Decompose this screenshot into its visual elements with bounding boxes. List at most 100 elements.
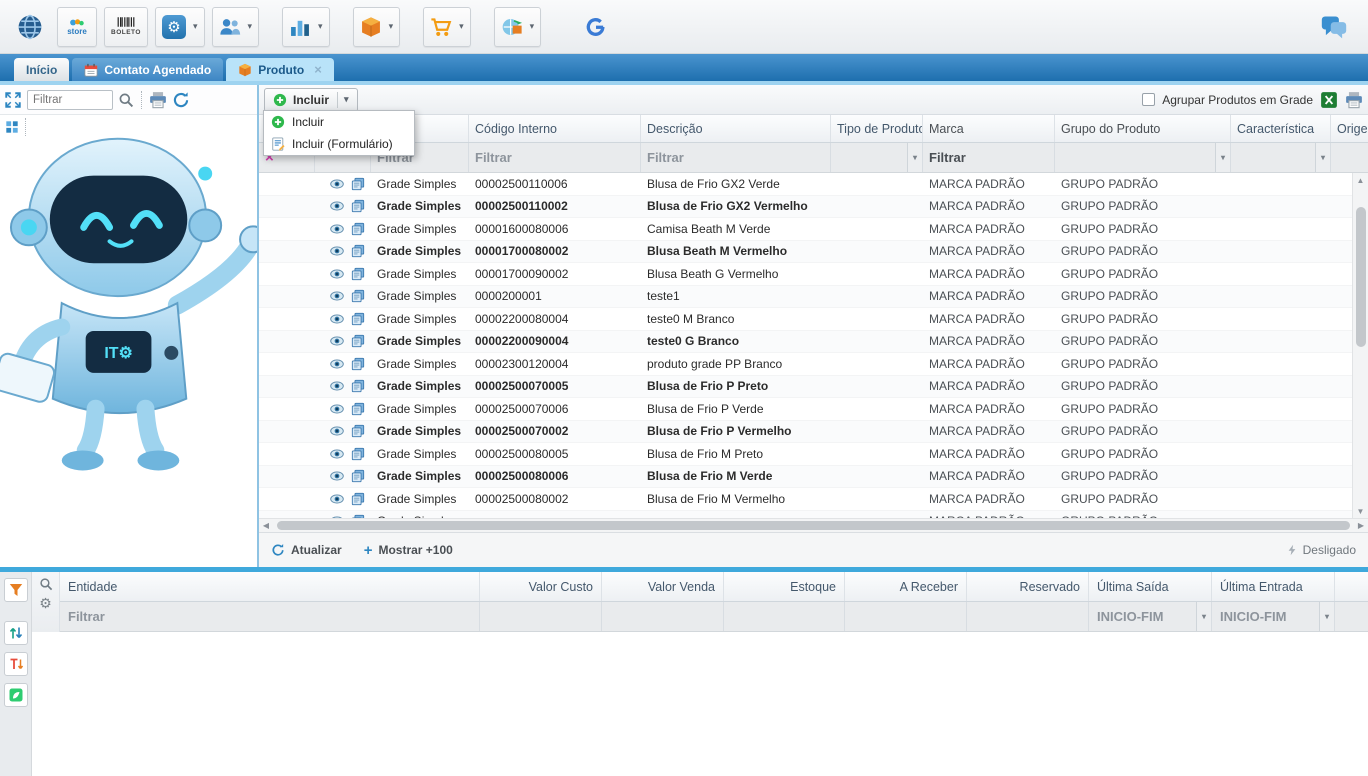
filter-descricao[interactable]: Filtrar [641, 143, 831, 172]
tab-inicio[interactable]: Início [14, 58, 69, 81]
scrollbar-thumb[interactable] [1356, 207, 1366, 347]
print-icon[interactable] [149, 91, 167, 109]
column-valor-custo[interactable]: Valor Custo [480, 572, 602, 601]
tab-produto[interactable]: Produto × [226, 58, 334, 81]
table-row[interactable]: Grade Simples00002200080004teste0 M Bran… [259, 308, 1368, 331]
view-product-icon[interactable] [330, 199, 344, 213]
duplicate-product-icon[interactable] [351, 289, 365, 303]
column-ultima-saida[interactable]: Última Saída [1089, 572, 1212, 601]
view-product-icon[interactable] [330, 289, 344, 303]
search-icon[interactable] [39, 577, 53, 591]
refresh-icon[interactable] [172, 91, 190, 109]
table-row[interactable]: Grade Simples00002500080005Blusa de Frio… [259, 443, 1368, 466]
filter-caracteristica[interactable]: ▾ [1231, 143, 1331, 172]
filter-reservado[interactable] [967, 602, 1089, 631]
duplicate-product-icon[interactable] [351, 424, 365, 438]
menu-item-incluir[interactable]: Incluir [264, 111, 414, 133]
duplicate-product-icon[interactable] [351, 379, 365, 393]
duplicate-product-icon[interactable] [351, 334, 365, 348]
filter-dropdown-caret[interactable]: ▾ [1319, 602, 1334, 631]
scroll-right-icon[interactable]: ▶ [1354, 519, 1368, 533]
duplicate-product-icon[interactable] [351, 447, 365, 461]
table-row[interactable]: Grade Simples00001600080006Camisa Beath … [259, 218, 1368, 241]
duplicate-product-icon[interactable] [351, 199, 365, 213]
filter-a-receber[interactable] [845, 602, 967, 631]
column-reservado[interactable]: Reservado [967, 572, 1089, 601]
view-product-icon[interactable] [330, 492, 344, 506]
grid-view-icon[interactable] [5, 120, 19, 134]
filter-entidade[interactable]: Filtrar [60, 602, 480, 631]
view-product-icon[interactable] [330, 222, 344, 236]
sort-alpha-button[interactable] [4, 652, 28, 676]
filter-codigo[interactable]: Filtrar [469, 143, 641, 172]
filter-dropdown-caret[interactable]: ▾ [1315, 143, 1330, 172]
view-product-icon[interactable] [330, 334, 344, 348]
duplicate-product-icon[interactable] [351, 357, 365, 371]
duplicate-product-icon[interactable] [351, 492, 365, 506]
filter-dropdown-caret[interactable]: ▾ [1215, 143, 1230, 172]
logistics-dropdown-button[interactable]: ▾ [494, 7, 542, 47]
incluir-button[interactable]: Incluir ▾ [264, 88, 358, 112]
scroll-down-icon[interactable]: ▼ [1357, 504, 1365, 518]
filter-valor-venda[interactable] [602, 602, 724, 631]
column-caracteristica[interactable]: Característica [1231, 115, 1331, 142]
column-marca[interactable]: Marca [923, 115, 1055, 142]
store-button[interactable]: store [57, 7, 97, 47]
search-icon[interactable] [118, 92, 134, 108]
table-row[interactable]: Grade Simples00002500080006Blusa de Frio… [259, 466, 1368, 489]
duplicate-product-icon[interactable] [351, 267, 365, 281]
filter-origem[interactable]: ▾ [1331, 143, 1368, 172]
view-product-icon[interactable] [330, 402, 344, 416]
agrupar-checkbox[interactable] [1142, 93, 1155, 106]
contacts-dropdown-button[interactable]: ▾ [212, 7, 260, 47]
column-valor-venda[interactable]: Valor Venda [602, 572, 724, 601]
sales-dropdown-button[interactable]: ▾ [423, 7, 471, 47]
table-row[interactable]: Grade Simples00002500070005Blusa de Frio… [259, 376, 1368, 399]
scroll-up-icon[interactable]: ▲ [1357, 173, 1365, 187]
filter-ultima-saida[interactable]: INICIO-FIM ▾ [1089, 602, 1212, 631]
column-a-receber[interactable]: A Receber [845, 572, 967, 601]
eco-button[interactable] [4, 683, 28, 707]
filter-dropdown-caret[interactable]: ▾ [1196, 602, 1211, 631]
view-product-icon[interactable] [330, 447, 344, 461]
view-product-icon[interactable] [330, 357, 344, 371]
table-row[interactable]: Grade Simples00002500080002Blusa de Frio… [259, 488, 1368, 511]
view-product-icon[interactable] [330, 469, 344, 483]
filter-estoque[interactable] [724, 602, 845, 631]
duplicate-product-icon[interactable] [351, 402, 365, 416]
vertical-scrollbar[interactable]: ▲ ▼ [1352, 173, 1368, 518]
column-grupo-produto[interactable]: Grupo do Produto [1055, 115, 1231, 142]
gear-icon[interactable]: ⚙ [39, 596, 52, 610]
app-logo-button[interactable] [10, 7, 50, 47]
boleto-button[interactable]: BOLETO [104, 7, 148, 47]
column-tipo-produto[interactable]: Tipo de Produto [831, 115, 923, 142]
view-product-icon[interactable] [330, 244, 344, 258]
duplicate-product-icon[interactable] [351, 469, 365, 483]
table-row[interactable]: Grade Simples0000200001teste1MARCA PADRÃ… [259, 286, 1368, 309]
filter-tipo-produto[interactable]: ▾ [831, 143, 923, 172]
table-row[interactable]: Grade SimplesMARCA PADRÃOGRUPO PADRÃO [259, 511, 1368, 519]
filter-dropdown-caret[interactable]: ▾ [907, 143, 922, 172]
scroll-left-icon[interactable]: ◀ [259, 519, 273, 533]
mostrar-100-button[interactable]: + Mostrar +100 [364, 542, 453, 559]
column-origem[interactable]: Origem [1331, 115, 1368, 142]
column-ultima-entrada[interactable]: Última Entrada [1212, 572, 1335, 601]
settings-dropdown-button[interactable]: ⚙ ▾ [155, 7, 205, 47]
table-row[interactable]: Grade Simples00002500070002Blusa de Frio… [259, 421, 1368, 444]
column-codigo-interno[interactable]: Código Interno [469, 115, 641, 142]
filter-ultima-entrada[interactable]: INICIO-FIM ▾ [1212, 602, 1335, 631]
view-product-icon[interactable] [330, 177, 344, 191]
left-filter-input[interactable] [27, 90, 113, 110]
table-row[interactable]: Grade Simples00001700090002Blusa Beath G… [259, 263, 1368, 286]
expand-icon[interactable] [4, 91, 22, 109]
table-row[interactable]: Grade Simples00002300120004produto grade… [259, 353, 1368, 376]
table-row[interactable]: Grade Simples00002200090004teste0 G Bran… [259, 331, 1368, 354]
close-tab-icon[interactable]: × [314, 65, 322, 75]
reports-dropdown-button[interactable]: ▾ [282, 7, 330, 47]
table-row[interactable]: Grade Simples00001700080002Blusa Beath M… [259, 241, 1368, 264]
print-icon[interactable] [1345, 91, 1363, 109]
duplicate-product-icon[interactable] [351, 222, 365, 236]
duplicate-product-icon[interactable] [351, 312, 365, 326]
view-product-icon[interactable] [330, 312, 344, 326]
tab-contato-agendado[interactable]: Contato Agendado [72, 58, 223, 81]
